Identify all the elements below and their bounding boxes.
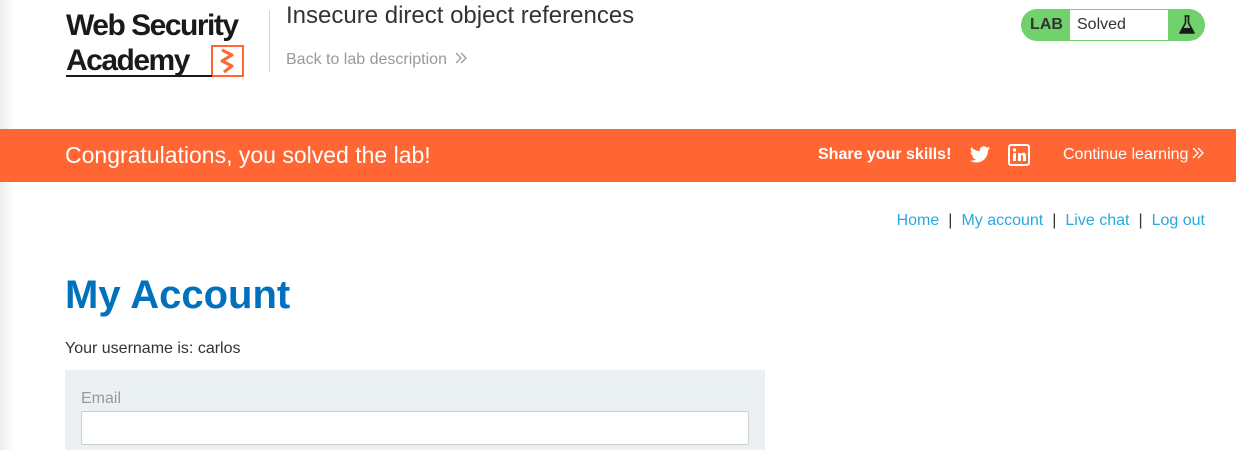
top-navigation: Home | My account | Live chat | Log out xyxy=(897,212,1205,230)
congratulations-message: Congratulations, you solved the lab! xyxy=(65,142,431,168)
email-input[interactable] xyxy=(81,411,749,445)
nav-live-chat-link[interactable]: Live chat xyxy=(1065,212,1129,229)
lab-status-text: Solved xyxy=(1070,9,1168,41)
nav-log-out-link[interactable]: Log out xyxy=(1152,212,1205,229)
username-display: Your username is: carlos xyxy=(65,340,241,357)
nav-my-account-link[interactable]: My account xyxy=(961,212,1043,229)
web-security-academy-logo[interactable]: Web Security Academy xyxy=(66,8,266,80)
header-divider xyxy=(269,10,270,72)
header: Web Security Academy Insecure direct obj… xyxy=(0,0,1236,129)
flask-icon xyxy=(1168,9,1205,41)
continue-learning-link[interactable]: Continue learning xyxy=(1063,146,1205,164)
page-title: My Account xyxy=(65,273,291,317)
share-skills-label: Share your skills! xyxy=(818,146,952,163)
email-label: Email xyxy=(81,390,122,407)
double-chevron-right-icon xyxy=(455,51,467,69)
twitter-icon[interactable] xyxy=(969,144,991,166)
back-link-label: Back to lab description xyxy=(286,51,447,68)
linkedin-icon[interactable] xyxy=(1008,144,1030,166)
solved-banner: Congratulations, you solved the lab! Sha… xyxy=(0,129,1236,182)
update-email-form: Email xyxy=(65,370,765,450)
continue-learning-label: Continue learning xyxy=(1063,146,1189,163)
nav-separator: | xyxy=(1138,212,1143,229)
nav-separator: | xyxy=(1052,212,1057,229)
svg-text:Web Security: Web Security xyxy=(66,9,239,42)
lab-status-badge: LAB Solved xyxy=(1021,9,1205,41)
svg-text:Academy: Academy xyxy=(66,44,191,77)
lab-status-tag: LAB xyxy=(1030,16,1063,33)
double-chevron-right-icon xyxy=(1192,146,1205,164)
nav-separator: | xyxy=(948,212,953,229)
back-to-lab-description-link[interactable]: Back to lab description xyxy=(286,51,467,69)
nav-home-link[interactable]: Home xyxy=(897,212,940,229)
lab-title: Insecure direct object references xyxy=(286,2,635,29)
